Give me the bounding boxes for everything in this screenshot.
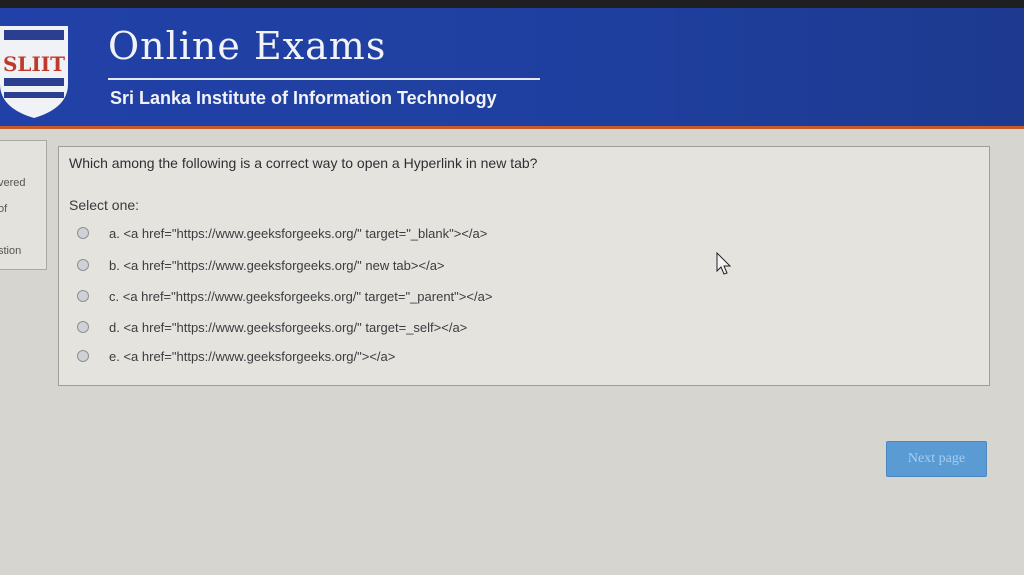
svg-text:SLIIT: SLIIT [3,52,65,76]
answer-option-c[interactable]: c. <a href="https://www.geeksforgeeks.or… [77,286,492,306]
option-label: d. <a href="https://www.geeksforgeeks.or… [109,319,468,335]
option-label: a. <a href="https://www.geeksforgeeks.or… [109,225,488,241]
sidebar-text-question: stion [0,245,22,257]
option-label: c. <a href="https://www.geeksforgeeks.or… [109,288,493,304]
title-divider [108,78,540,80]
answer-option-d[interactable]: d. <a href="https://www.geeksforgeeks.or… [77,317,467,337]
radio-button-icon[interactable] [77,290,89,302]
question-box: Which among the following is a correct w… [58,146,990,386]
radio-button-icon[interactable] [77,227,89,239]
sidebar-text-answered: vered [0,177,26,189]
mouse-pointer-icon [716,252,732,275]
radio-button-icon[interactable] [77,259,89,271]
question-text: Which among the following is a correct w… [69,155,538,171]
answer-option-a[interactable]: a. <a href="https://www.geeksforgeeks.or… [77,223,487,243]
next-page-button[interactable]: Next page [886,441,987,477]
select-one-label: Select one: [69,197,140,213]
radio-button-icon[interactable] [77,321,89,333]
site-subtitle: Sri Lanka Institute of Information Techn… [110,88,497,108]
option-label: b. <a href="https://www.geeksforgeeks.or… [109,257,445,273]
answer-option-e[interactable]: e. <a href="https://www.geeksforgeeks.or… [77,346,395,366]
screen-top-bezel [0,0,1024,8]
radio-button-icon[interactable] [77,350,89,362]
answer-option-b[interactable]: b. <a href="https://www.geeksforgeeks.or… [77,255,445,275]
quiz-navigation-panel: vered of stion [0,140,47,270]
site-header: SLIIT Online Exams Sri Lanka Institute o… [0,8,1024,129]
sidebar-text-of: of [0,203,8,215]
option-label: e. <a href="https://www.geeksforgeeks.or… [109,348,396,364]
site-title: Online Exams [108,24,387,68]
sliit-logo: SLIIT [0,26,68,118]
